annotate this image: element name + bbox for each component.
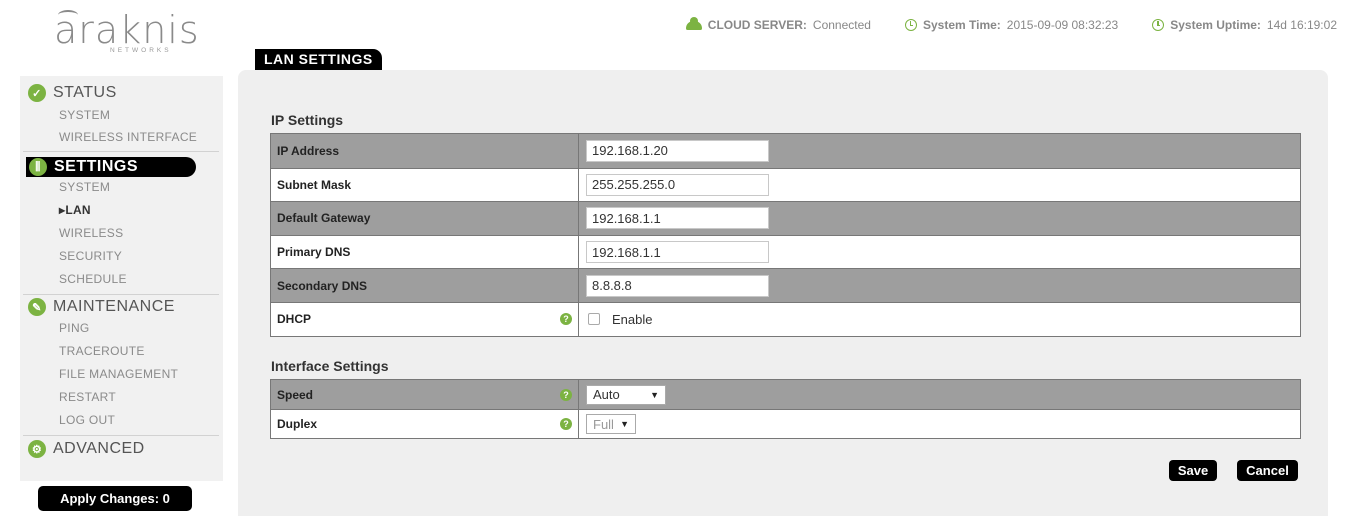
sidebar-item-wireless[interactable]: WIRELESS bbox=[59, 226, 123, 240]
system-uptime: System Uptime: 14d 16:19:02 bbox=[1152, 18, 1337, 32]
clock-icon bbox=[1152, 19, 1165, 31]
duplex-select[interactable]: Full ▼ bbox=[586, 414, 636, 434]
subnet-mask-row: Subnet Mask bbox=[271, 167, 1300, 202]
speed-select[interactable]: Auto ▼ bbox=[586, 384, 666, 405]
sidebar-section-label: MAINTENANCE bbox=[53, 298, 175, 315]
clock-icon bbox=[904, 19, 917, 31]
dropdown-arrow-icon: ▼ bbox=[620, 419, 629, 429]
secondary-dns-label: Secondary DNS bbox=[271, 269, 579, 302]
subnet-mask-label: Subnet Mask bbox=[271, 168, 579, 202]
sidebar-section-label: STATUS bbox=[53, 84, 117, 101]
sidebar-divider bbox=[23, 151, 219, 152]
checkmark-icon: ✓ bbox=[28, 84, 46, 102]
cloud-server-label: CLOUD SERVER: bbox=[707, 18, 807, 32]
sidebar-divider bbox=[23, 435, 219, 436]
speed-select-value: Auto bbox=[593, 387, 620, 402]
sidebar-item-ping[interactable]: PING bbox=[59, 321, 90, 335]
help-icon[interactable]: ? bbox=[560, 388, 572, 401]
primary-dns-row: Primary DNS bbox=[271, 234, 1300, 269]
dropdown-arrow-icon: ▼ bbox=[650, 389, 659, 400]
system-time-value: 2015-09-09 08:32:23 bbox=[1006, 18, 1119, 32]
ip-address-label: IP Address bbox=[271, 134, 579, 168]
sidebar-item-log-out[interactable]: LOG OUT bbox=[59, 413, 115, 427]
sidebar-item-settings-system[interactable]: SYSTEM bbox=[59, 180, 110, 194]
logo-subtitle: NETWORKS bbox=[110, 47, 172, 54]
help-icon[interactable]: ? bbox=[560, 313, 572, 326]
secondary-dns-row: Secondary DNS bbox=[271, 268, 1300, 302]
cloud-server-status: CLOUD SERVER: Connected bbox=[685, 16, 871, 32]
save-button[interactable]: Save bbox=[1169, 460, 1217, 481]
sidebar-section-status[interactable]: ✓ STATUS bbox=[28, 84, 117, 102]
wrench-icon: ✎ bbox=[28, 298, 46, 316]
subnet-mask-input[interactable] bbox=[586, 173, 769, 196]
logo-wordmark: araknis bbox=[54, 8, 200, 52]
system-uptime-label: System Uptime: bbox=[1170, 18, 1261, 32]
duplex-select-value: Full bbox=[593, 416, 614, 432]
sidebar-divider bbox=[23, 294, 219, 295]
cloud-server-value: Connected bbox=[812, 18, 871, 32]
speed-label: Speed bbox=[277, 387, 314, 402]
interface-settings-heading: Interface Settings bbox=[271, 358, 389, 374]
sidebar-section-settings[interactable]: ⫼ SETTINGS bbox=[26, 157, 196, 177]
dhcp-enable-checkbox[interactable] bbox=[588, 313, 600, 326]
sidebar-item-schedule[interactable]: SCHEDULE bbox=[59, 272, 127, 286]
sidebar: ✓ STATUS SYSTEM WIRELESS INTERFACE ⫼ SET… bbox=[20, 76, 223, 481]
help-icon[interactable]: ? bbox=[560, 418, 572, 430]
dhcp-row: DHCP ? Enable bbox=[271, 301, 1300, 336]
cloud-icon bbox=[685, 16, 702, 30]
primary-dns-label: Primary DNS bbox=[271, 235, 579, 269]
secondary-dns-input[interactable] bbox=[586, 274, 769, 297]
sidebar-section-maintenance[interactable]: ✎ MAINTENANCE bbox=[28, 298, 175, 316]
ip-settings-table: IP Address Subnet Mask Default Gateway P… bbox=[270, 133, 1301, 337]
dhcp-label: DHCP bbox=[277, 312, 312, 327]
sidebar-item-security[interactable]: SECURITY bbox=[59, 249, 122, 263]
default-gateway-row: Default Gateway bbox=[271, 201, 1300, 235]
sidebar-section-label: ADVANCED bbox=[53, 440, 145, 457]
speed-row: Speed ? Auto ▼ bbox=[271, 380, 1300, 409]
sidebar-item-file-management[interactable]: FILE MANAGEMENT bbox=[59, 367, 178, 381]
sliders-icon: ⫼ bbox=[29, 158, 47, 176]
sidebar-item-traceroute[interactable]: TRACEROUTE bbox=[59, 344, 145, 358]
sidebar-section-advanced[interactable]: ⚙ ADVANCED bbox=[28, 440, 145, 458]
header-status-bar: CLOUD SERVER: Connected System Time: 201… bbox=[685, 16, 1337, 32]
primary-dns-input[interactable] bbox=[586, 241, 769, 264]
interface-settings-table: Speed ? Auto ▼ Duplex ? Full ▼ bbox=[270, 379, 1301, 439]
sidebar-item-wireless-interface[interactable]: WIRELESS INTERFACE bbox=[59, 130, 197, 144]
page-title: LAN SETTINGS bbox=[255, 49, 382, 70]
gear-icon: ⚙ bbox=[28, 440, 46, 458]
sidebar-item-lan[interactable]: ▸LAN bbox=[59, 203, 91, 217]
system-uptime-value: 14d 16:19:02 bbox=[1266, 18, 1337, 32]
ip-address-row: IP Address bbox=[271, 134, 1300, 168]
sidebar-section-label: SETTINGS bbox=[54, 158, 139, 175]
duplex-row: Duplex ? Full ▼ bbox=[271, 409, 1300, 438]
default-gateway-input[interactable] bbox=[586, 207, 769, 230]
araknis-logo: araknis NETWORKS bbox=[40, 6, 200, 62]
apply-changes-button[interactable]: Apply Changes: 0 bbox=[38, 486, 192, 511]
ip-address-input[interactable] bbox=[586, 139, 769, 162]
sidebar-item-restart[interactable]: RESTART bbox=[59, 390, 116, 404]
ip-settings-heading: IP Settings bbox=[271, 112, 344, 128]
default-gateway-label: Default Gateway bbox=[271, 202, 579, 235]
dhcp-enable-label: Enable bbox=[612, 311, 653, 327]
cancel-button[interactable]: Cancel bbox=[1237, 460, 1298, 481]
duplex-label: Duplex bbox=[277, 417, 318, 431]
system-time: System Time: 2015-09-09 08:32:23 bbox=[904, 18, 1119, 32]
sidebar-item-status-system[interactable]: SYSTEM bbox=[59, 108, 110, 122]
system-time-label: System Time: bbox=[922, 18, 1001, 32]
